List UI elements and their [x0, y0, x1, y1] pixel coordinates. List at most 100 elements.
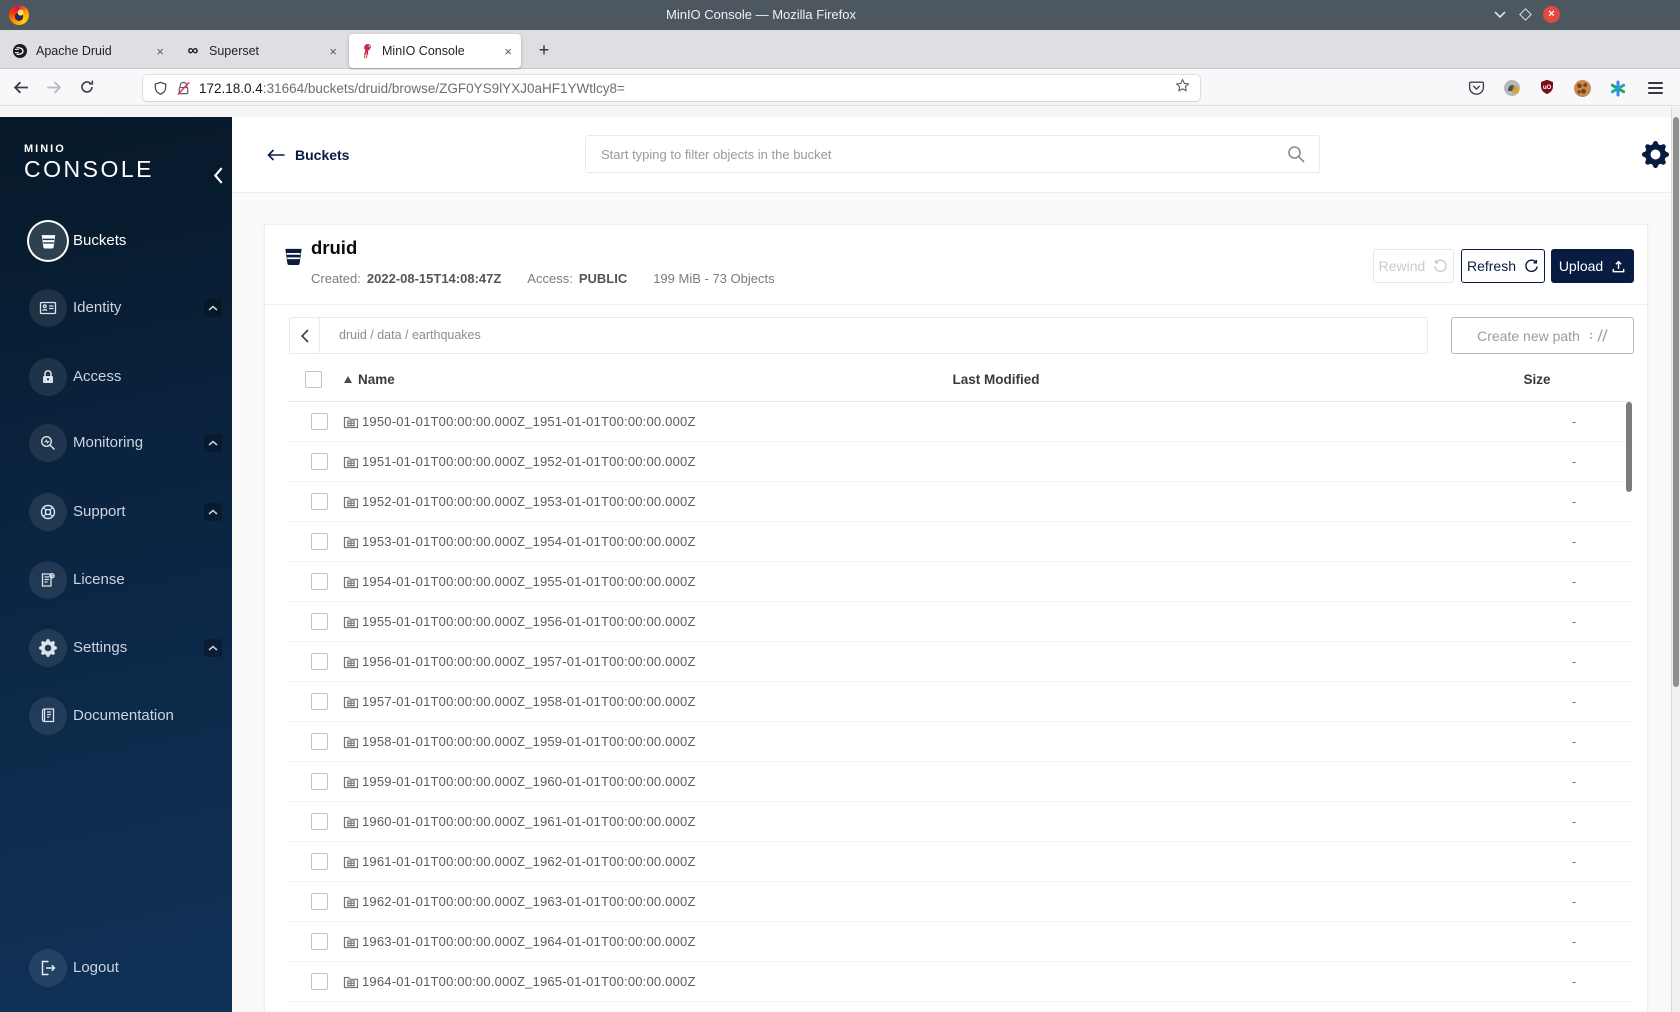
object-name[interactable]: 1955-01-01T00:00:00.000Z_1956-01-01T00:0…	[362, 602, 696, 642]
back-button[interactable]	[13, 79, 30, 101]
sidebar-collapse-button[interactable]	[213, 167, 224, 189]
object-filter-searchbox[interactable]	[585, 135, 1320, 173]
tab-close-icon[interactable]: ×	[504, 44, 512, 59]
row-checkbox[interactable]	[311, 653, 328, 670]
collapse-section-button[interactable]	[204, 639, 222, 657]
forward-button[interactable]	[45, 79, 62, 101]
insecure-lock-icon[interactable]	[176, 81, 191, 96]
sidebar-item-logout[interactable]: Logout	[0, 948, 232, 988]
object-name[interactable]: 1962-01-01T00:00:00.000Z_1963-01-01T00:0…	[362, 882, 696, 922]
column-header-last-modified[interactable]: Last Modified	[953, 357, 1040, 402]
object-row[interactable]: 1964-01-01T00:00:00.000Z_1965-01-01T00:0…	[289, 962, 1632, 1002]
tab-minio-console[interactable]: MinIO Console ×	[349, 34, 521, 68]
column-header-name[interactable]: Name	[358, 357, 395, 402]
object-name[interactable]: 1956-01-01T00:00:00.000Z_1957-01-01T00:0…	[362, 642, 696, 682]
object-row[interactable]: 1957-01-01T00:00:00.000Z_1958-01-01T00:0…	[289, 682, 1632, 722]
pocket-extension-icon[interactable]	[1468, 79, 1485, 101]
row-checkbox[interactable]	[311, 813, 328, 830]
row-checkbox[interactable]	[311, 493, 328, 510]
row-checkbox[interactable]	[311, 773, 328, 790]
row-checkbox[interactable]	[311, 533, 328, 550]
object-row[interactable]: 1952-01-01T00:00:00.000Z_1953-01-01T00:0…	[289, 482, 1632, 522]
row-checkbox[interactable]	[311, 853, 328, 870]
object-name[interactable]: 1953-01-01T00:00:00.000Z_1954-01-01T00:0…	[362, 522, 696, 562]
object-row[interactable]: 1953-01-01T00:00:00.000Z_1954-01-01T00:0…	[289, 522, 1632, 562]
window-maximize-button[interactable]	[1519, 8, 1532, 21]
object-row[interactable]: 1961-01-01T00:00:00.000Z_1962-01-01T00:0…	[289, 842, 1632, 882]
upload-button[interactable]: Upload	[1551, 249, 1634, 283]
create-new-path-button[interactable]: Create new path	[1451, 317, 1634, 354]
tab-superset[interactable]: ∞ Superset ×	[176, 34, 346, 68]
window-close-button[interactable]: ×	[1543, 6, 1560, 23]
object-row[interactable]: 1951-01-01T00:00:00.000Z_1952-01-01T00:0…	[289, 442, 1632, 482]
url-text[interactable]: 172.18.0.4:31664/buckets/druid/browse/ZG…	[199, 81, 625, 96]
browser-scrollbar-thumb[interactable]	[1673, 117, 1679, 687]
row-checkbox[interactable]	[311, 613, 328, 630]
collapse-section-button[interactable]	[204, 503, 222, 521]
sidebar-item-support[interactable]: Support	[0, 492, 232, 532]
select-all-checkbox[interactable]	[305, 371, 322, 388]
rewind-button[interactable]: Rewind	[1373, 249, 1454, 283]
object-name[interactable]: 1957-01-01T00:00:00.000Z_1958-01-01T00:0…	[362, 682, 696, 722]
ublock-extension-icon[interactable]: uO	[1539, 79, 1555, 100]
object-name[interactable]: 1961-01-01T00:00:00.000Z_1962-01-01T00:0…	[362, 842, 696, 882]
menu-hamburger-icon[interactable]	[1648, 82, 1663, 94]
row-checkbox[interactable]	[311, 933, 328, 950]
tab-close-icon[interactable]: ×	[156, 44, 164, 59]
sidebar-item-buckets[interactable]: Buckets	[0, 221, 232, 261]
breadcrumb[interactable]: druid / data / earthquakes	[320, 318, 481, 353]
object-name[interactable]: 1964-01-01T00:00:00.000Z_1965-01-01T00:0…	[362, 962, 696, 1002]
collapse-section-button[interactable]	[204, 299, 222, 317]
back-to-buckets-link[interactable]: Buckets	[267, 117, 349, 193]
bookmark-star-icon[interactable]	[1175, 78, 1190, 98]
path-back-button[interactable]	[290, 318, 320, 353]
object-name[interactable]: 1954-01-01T00:00:00.000Z_1955-01-01T00:0…	[362, 562, 696, 602]
url-bar[interactable]: 172.18.0.4:31664/buckets/druid/browse/ZG…	[143, 75, 1200, 101]
browser-scrollbar[interactable]	[1671, 107, 1680, 1012]
object-row[interactable]: 1956-01-01T00:00:00.000Z_1957-01-01T00:0…	[289, 642, 1632, 682]
object-row[interactable]: 1950-01-01T00:00:00.000Z_1951-01-01T00:0…	[289, 402, 1632, 442]
object-name[interactable]: 1958-01-01T00:00:00.000Z_1959-01-01T00:0…	[362, 722, 696, 762]
sidebar-item-settings[interactable]: Settings	[0, 628, 232, 668]
new-tab-button[interactable]: +	[531, 38, 557, 64]
refresh-button[interactable]: Refresh	[1461, 249, 1545, 283]
object-name[interactable]: 1952-01-01T00:00:00.000Z_1953-01-01T00:0…	[362, 482, 696, 522]
table-scrollbar-thumb[interactable]	[1626, 402, 1632, 492]
sort-ascending-icon[interactable]	[344, 376, 352, 383]
sidebar-item-monitoring[interactable]: Monitoring	[0, 423, 232, 463]
tab-apache-druid[interactable]: Apache Druid ×	[3, 34, 173, 68]
object-row[interactable]: 1955-01-01T00:00:00.000Z_1956-01-01T00:0…	[289, 602, 1632, 642]
colorful-asterisk-extension-icon[interactable]	[1609, 79, 1627, 97]
tab-close-icon[interactable]: ×	[329, 44, 337, 59]
row-checkbox[interactable]	[311, 733, 328, 750]
object-name[interactable]: 1960-01-01T00:00:00.000Z_1961-01-01T00:0…	[362, 802, 696, 842]
console-settings-gear-button[interactable]	[1642, 141, 1669, 173]
row-checkbox[interactable]	[311, 893, 328, 910]
object-row[interactable]: 1962-01-01T00:00:00.000Z_1963-01-01T00:0…	[289, 882, 1632, 922]
search-input[interactable]	[586, 136, 1319, 172]
sidebar-item-license[interactable]: License	[0, 560, 232, 600]
reload-button[interactable]	[79, 79, 95, 100]
object-name[interactable]: 1959-01-01T00:00:00.000Z_1960-01-01T00:0…	[362, 762, 696, 802]
row-checkbox[interactable]	[311, 453, 328, 470]
cookie-extension-icon[interactable]	[1574, 80, 1591, 97]
object-row[interactable]: 1960-01-01T00:00:00.000Z_1961-01-01T00:0…	[289, 802, 1632, 842]
row-checkbox[interactable]	[311, 573, 328, 590]
window-minimize-button[interactable]	[1494, 11, 1506, 18]
row-checkbox[interactable]	[311, 693, 328, 710]
collapse-section-button[interactable]	[204, 434, 222, 452]
object-row[interactable]: 1963-01-01T00:00:00.000Z_1964-01-01T00:0…	[289, 922, 1632, 962]
object-name[interactable]: 1950-01-01T00:00:00.000Z_1951-01-01T00:0…	[362, 402, 696, 442]
sidebar-item-documentation[interactable]: Documentation	[0, 696, 232, 736]
object-row[interactable]: 1954-01-01T00:00:00.000Z_1955-01-01T00:0…	[289, 562, 1632, 602]
privacy-mask-extension-icon[interactable]	[1503, 79, 1521, 102]
row-checkbox[interactable]	[311, 413, 328, 430]
column-header-size[interactable]: Size	[1523, 357, 1550, 402]
sidebar-item-identity[interactable]: Identity	[0, 288, 232, 328]
row-checkbox[interactable]	[311, 973, 328, 990]
sidebar-item-access[interactable]: Access	[0, 357, 232, 397]
object-name[interactable]: 1963-01-01T00:00:00.000Z_1964-01-01T00:0…	[362, 922, 696, 962]
object-name[interactable]: 1951-01-01T00:00:00.000Z_1952-01-01T00:0…	[362, 442, 696, 482]
object-row[interactable]: 1958-01-01T00:00:00.000Z_1959-01-01T00:0…	[289, 722, 1632, 762]
object-row[interactable]: 1959-01-01T00:00:00.000Z_1960-01-01T00:0…	[289, 762, 1632, 802]
